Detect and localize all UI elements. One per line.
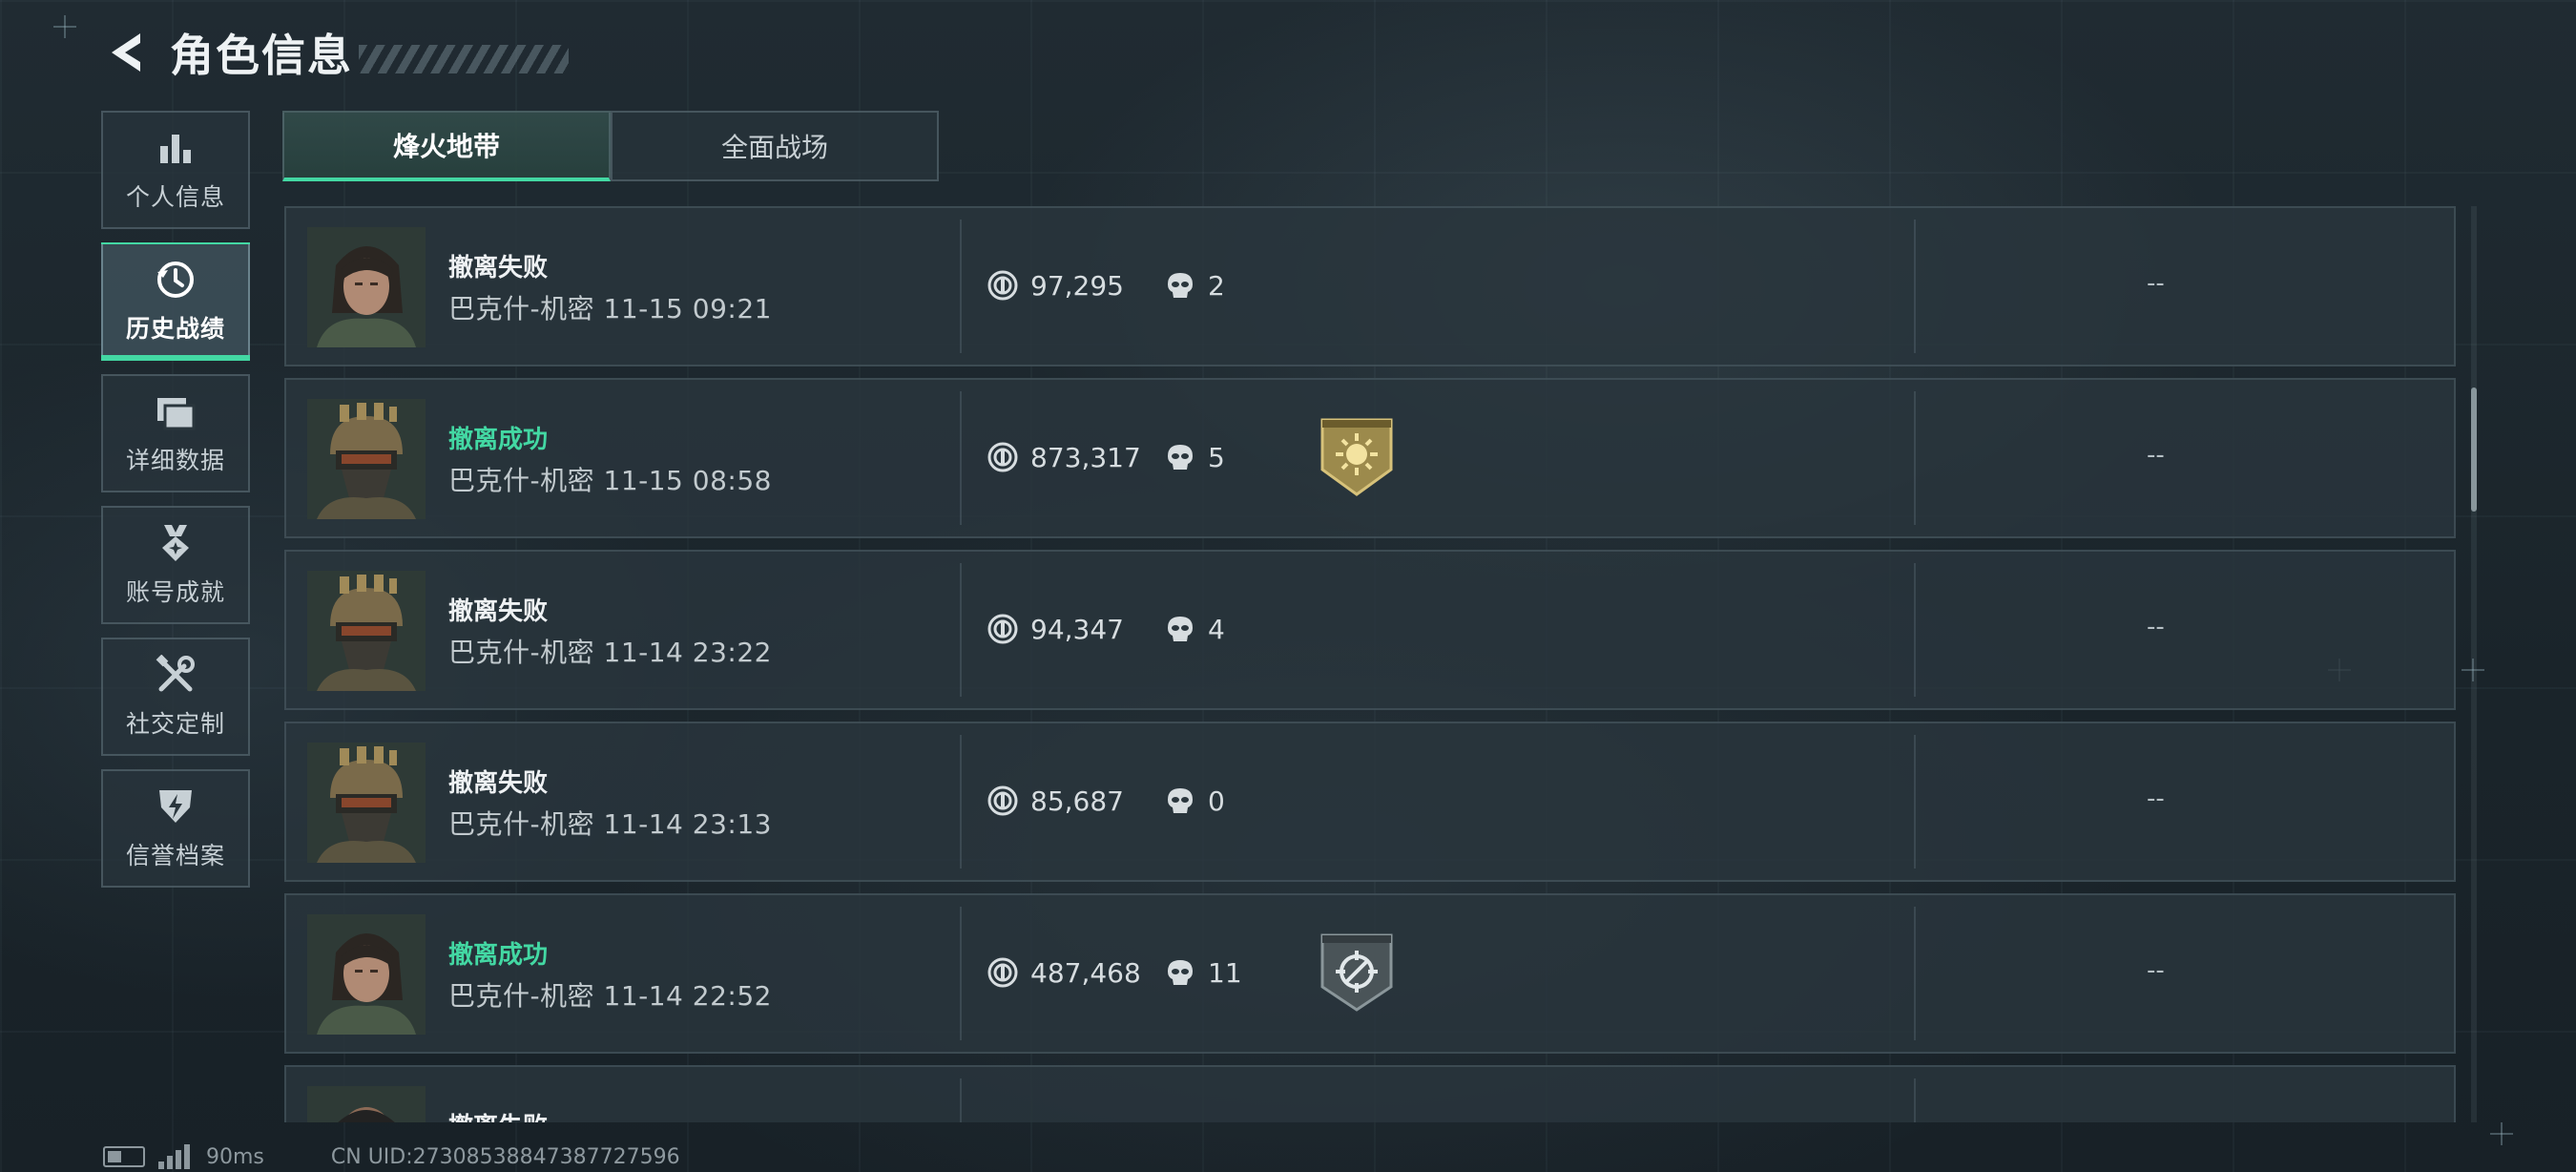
item-value: 85,687	[1030, 785, 1124, 817]
value-stat: 97,295	[987, 269, 1124, 302]
item-value: 97,295	[1030, 269, 1124, 302]
sidebar-item-achievements[interactable]: 账号成就	[101, 506, 250, 624]
operator-avatar	[307, 743, 426, 863]
gold-sun-badge-icon[interactable]	[1319, 416, 1395, 498]
list-item[interactable]: 撤离失败 巴克什-机密 11-15 09:21 97,295 2 --	[284, 206, 2456, 366]
skull-icon	[1164, 785, 1196, 817]
list-item[interactable]: 撤离失败 巴克什-机密 11-14 23:13 85,687 0 --	[284, 722, 2456, 882]
list-item[interactable]: 撤离成功 巴克什-机密 11-15 08:58 873,317 5 --	[284, 378, 2456, 538]
kill-count: 0	[1208, 785, 1225, 817]
back-button[interactable]	[95, 21, 153, 84]
back-arrow-icon	[112, 33, 140, 72]
kill-count: 4	[1208, 613, 1225, 645]
extra-value: --	[2147, 441, 2165, 470]
page-header: 角色信息	[95, 21, 569, 84]
value-stat: 94,347	[987, 613, 1124, 645]
status-footer: 90ms CN UID:27308538847387727596	[103, 1141, 680, 1172]
kills-stat: 5	[1164, 441, 1225, 473]
sidebar-item-label: 信誉档案	[125, 842, 225, 869]
corner-marker	[2490, 1122, 2513, 1145]
item-value: 94,347	[1030, 613, 1124, 645]
list-item[interactable]: 撤离失败	[284, 1065, 2456, 1122]
skull-icon	[1164, 956, 1196, 989]
extra-value: --	[2147, 785, 2165, 813]
coin-icon	[987, 269, 1019, 302]
map-and-time: 巴克什-机密 11-14 22:52	[448, 980, 772, 1012]
sidebar-item-detailed-data[interactable]: 详细数据	[101, 374, 250, 492]
coin-icon	[987, 613, 1019, 645]
extraction-result: 撤离失败	[448, 769, 549, 798]
map-and-time: 巴克什-机密 11-14 23:13	[448, 808, 772, 840]
kills-stat: 0	[1164, 785, 1225, 817]
tab-hazard-zone[interactable]: 烽火地带	[282, 111, 611, 181]
medal-icon	[155, 522, 197, 564]
bar-chart-icon	[155, 127, 197, 169]
list-scrollbar[interactable]	[2471, 206, 2477, 1122]
operator-avatar	[307, 571, 426, 691]
page-title: 角色信息	[170, 30, 353, 81]
list-item[interactable]: 撤离成功 巴克什-机密 11-14 22:52 487,468 11 --	[284, 893, 2456, 1054]
kill-count: 11	[1208, 956, 1242, 989]
extraction-result: 撤离失败	[448, 254, 549, 283]
battery-icon	[103, 1146, 145, 1167]
signal-icon	[158, 1144, 193, 1169]
operator-avatar	[307, 914, 426, 1035]
clock-history-icon	[155, 259, 197, 301]
extraction-result: 撤离成功	[448, 941, 549, 970]
sidebar-item-label: 个人信息	[125, 183, 225, 211]
sidebar-item-credit-record[interactable]: 信誉档案	[101, 769, 250, 888]
extra-value: --	[2147, 269, 2165, 298]
tab-full-battlefield[interactable]: 全面战场	[611, 111, 939, 181]
operator-avatar	[307, 399, 426, 519]
kills-stat: 11	[1164, 956, 1242, 989]
scrollbar-thumb[interactable]	[2471, 387, 2477, 512]
sidebar: 个人信息 历史战绩 详细数据 账号成就 社交定制 信誉档案	[101, 111, 250, 901]
tools-icon	[155, 654, 197, 696]
sidebar-item-label: 详细数据	[125, 447, 225, 474]
operator-avatar	[307, 1086, 426, 1122]
sidebar-item-label: 社交定制	[125, 710, 225, 738]
extraction-result: 撤离失败	[448, 1107, 548, 1122]
folders-icon	[155, 390, 197, 432]
sidebar-item-label: 历史战绩	[125, 315, 225, 343]
sidebar-item-personal-info[interactable]: 个人信息	[101, 111, 250, 229]
value-stat: 85,687	[987, 785, 1124, 817]
coin-icon	[987, 441, 1019, 473]
ping-value: 90ms	[206, 1144, 264, 1169]
kills-stat: 2	[1164, 269, 1225, 302]
sidebar-item-label: 账号成就	[125, 578, 225, 606]
extra-value: --	[2147, 956, 2165, 985]
skull-icon	[1164, 269, 1196, 302]
value-stat: 487,468	[987, 956, 1141, 989]
skull-icon	[1164, 613, 1196, 645]
operator-avatar	[307, 227, 426, 347]
gray-crosshair-badge-icon[interactable]	[1319, 931, 1395, 1014]
coin-icon	[987, 785, 1019, 817]
map-and-time: 巴克什-机密 11-15 09:21	[448, 293, 772, 324]
corner-marker	[53, 15, 76, 38]
item-value: 487,468	[1030, 956, 1141, 989]
uid-text: CN UID:27308538847387727596	[330, 1144, 680, 1169]
map-and-time: 巴克什-机密 11-14 23:22	[448, 637, 772, 668]
item-value: 873,317	[1030, 441, 1141, 473]
extraction-result: 撤离成功	[448, 426, 549, 454]
extraction-result: 撤离失败	[448, 597, 549, 626]
title-decoration	[359, 45, 569, 73]
extra-value: --	[2147, 613, 2165, 641]
sidebar-item-social-custom[interactable]: 社交定制	[101, 638, 250, 756]
value-stat: 873,317	[987, 441, 1141, 473]
map-and-time: 巴克什-机密 11-15 08:58	[448, 465, 772, 496]
sidebar-item-match-history[interactable]: 历史战绩	[101, 242, 250, 361]
shield-lightning-icon	[155, 785, 197, 827]
skull-icon	[1164, 441, 1196, 473]
mode-tabs: 烽火地带 全面战场	[282, 111, 939, 181]
kill-count: 5	[1208, 441, 1225, 473]
kills-stat: 4	[1164, 613, 1225, 645]
list-item[interactable]: 撤离失败 巴克什-机密 11-14 23:22 94,347 4 --	[284, 550, 2456, 710]
kill-count: 2	[1208, 269, 1225, 302]
coin-icon	[987, 956, 1019, 989]
match-history-list: 撤离失败 巴克什-机密 11-15 09:21 97,295 2 -- 撤离成功…	[284, 206, 2456, 1122]
